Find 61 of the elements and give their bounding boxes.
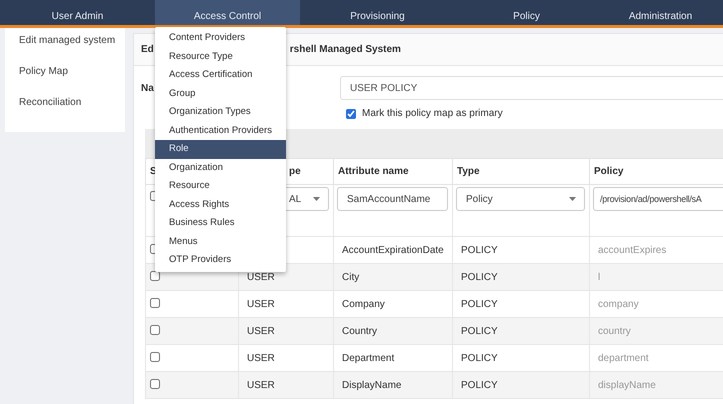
table-cell: USER <box>247 326 275 336</box>
table-cell: Company <box>342 298 385 310</box>
row-checkbox[interactable] <box>150 378 160 388</box>
table-cell: accountExpires <box>598 244 666 256</box>
sidebar-item[interactable]: Edit managed system <box>5 32 125 63</box>
table-cell: USER <box>247 352 275 364</box>
table-cell: AccountExpirationDate <box>342 244 444 256</box>
menu-item[interactable]: Authentication Providers <box>155 122 286 140</box>
nav-tab[interactable]: User Admin <box>0 0 155 25</box>
table-cell: POLICY <box>461 272 498 282</box>
nav-tab[interactable]: Administration <box>598 0 723 25</box>
column-header: Attribute name <box>334 158 452 184</box>
table-cell: POLICY <box>461 352 498 364</box>
table-cell: country <box>598 326 631 336</box>
table-cell: l <box>598 272 600 282</box>
menu-item[interactable]: Role <box>155 140 286 158</box>
policy-field[interactable]: /provision/ad/powershell/sA <box>593 187 723 211</box>
table-cell: company <box>598 298 639 310</box>
panel-title: Ed <box>141 44 154 55</box>
nav-tab[interactable]: Access Control <box>155 0 300 25</box>
table-cell: USER <box>247 380 275 390</box>
table-cell: DisplayName <box>342 380 402 390</box>
type-select[interactable]: Policy <box>456 187 585 211</box>
table-cell: POLICY <box>461 326 498 336</box>
table-cell: POLICY <box>461 244 498 256</box>
primary-checkbox[interactable] <box>346 108 356 118</box>
nav-tab[interactable]: Provisioning <box>300 0 455 25</box>
table-cell: POLICY <box>461 298 498 310</box>
menu-item[interactable]: Business Rules <box>155 214 286 232</box>
table-cell: USER <box>247 272 275 282</box>
menu-item[interactable]: Menus <box>155 232 286 251</box>
table-cell: Department <box>342 352 394 364</box>
table-cell: Country <box>342 326 378 336</box>
row-checkbox[interactable] <box>150 324 160 334</box>
table-cell: department <box>598 352 649 364</box>
menu-item[interactable]: Organization Types <box>155 103 286 122</box>
nav-tab[interactable]: Policy <box>455 0 598 25</box>
row-checkbox[interactable] <box>150 298 160 308</box>
table-cell: City <box>342 272 360 282</box>
caret-icon <box>569 197 576 201</box>
field-label: Na <box>141 82 154 96</box>
name-field[interactable]: USER POLICY <box>340 76 723 100</box>
menu-item[interactable]: Resource Type <box>155 48 286 66</box>
menu-item[interactable]: Content Providers <box>155 29 286 48</box>
sidebar-item[interactable]: Policy Map <box>5 63 125 94</box>
menu-item[interactable]: Access Rights <box>155 196 286 214</box>
column-header: Policy <box>590 158 723 184</box>
sidebar-item[interactable]: Reconciliation <box>5 94 125 125</box>
menu-item[interactable]: OTP Providers <box>155 251 286 270</box>
menu-item[interactable]: Access Certification <box>155 66 286 84</box>
menu-item[interactable]: Group <box>155 84 286 103</box>
row-checkbox[interactable] <box>150 270 160 280</box>
column-header: Type <box>452 158 590 184</box>
table-cell: POLICY <box>461 380 498 390</box>
row-checkbox[interactable] <box>150 352 160 362</box>
table-cell: USER <box>247 298 275 310</box>
panel-title: rshell Managed System <box>290 44 401 55</box>
checkbox-label: Mark this policy map as primary <box>362 108 503 119</box>
caret-icon <box>313 197 320 201</box>
table-cell: displayName <box>598 380 656 390</box>
attribute-field[interactable]: SamAccountName <box>337 187 448 211</box>
